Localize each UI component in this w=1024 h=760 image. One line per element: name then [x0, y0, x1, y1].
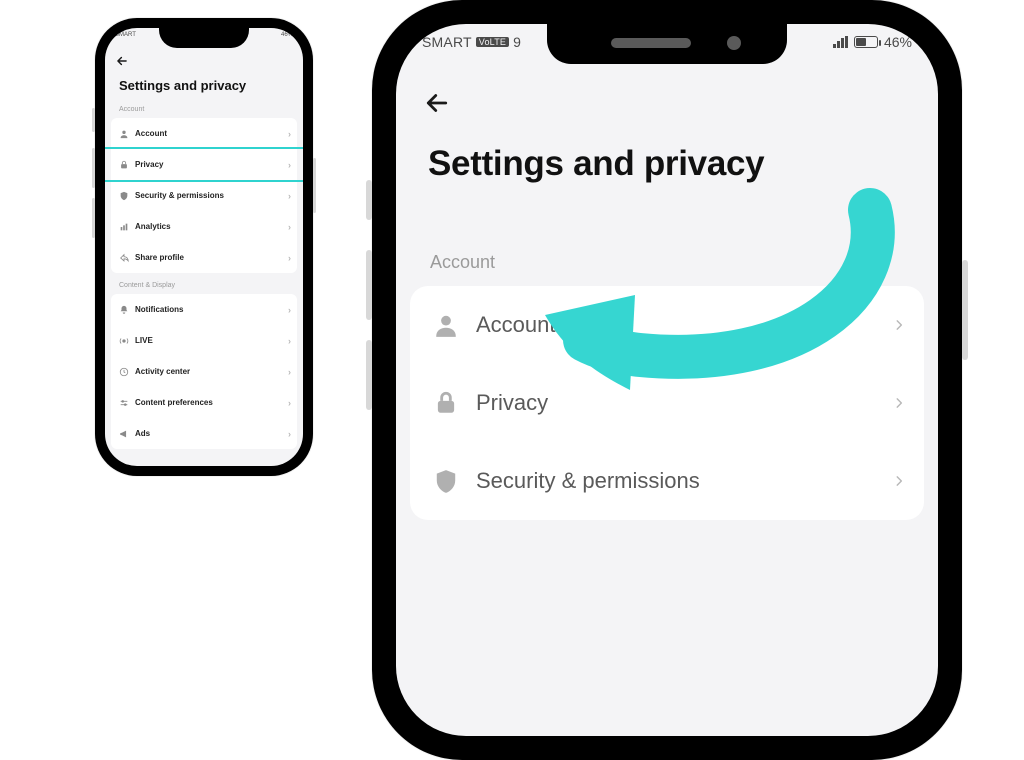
row-privacy[interactable]: Privacy — [410, 364, 924, 442]
chevron-right-icon: › — [288, 336, 291, 346]
chevron-right-icon: › — [288, 191, 291, 201]
page-title: Settings and privacy — [428, 144, 764, 184]
back-button[interactable] — [422, 88, 452, 118]
sliders-icon — [119, 398, 129, 408]
status-battery-text: 46% — [281, 32, 293, 38]
status-network-extra: 9 — [513, 34, 521, 50]
phone-notch — [159, 28, 249, 48]
chevron-right-icon — [892, 392, 906, 414]
phone-frame-big: SMART VoLTE 9 46% Settings and privacy A… — [372, 0, 962, 760]
row-label: Account — [135, 129, 167, 138]
person-icon — [432, 311, 460, 339]
volume-button — [92, 108, 95, 132]
chevron-right-icon: › — [288, 160, 291, 170]
volume-button — [366, 340, 372, 410]
row-label: Analytics — [135, 222, 171, 231]
volume-button — [92, 198, 95, 238]
phone-frame-small: SMART 46% Settings and privacy Account A… — [95, 18, 313, 476]
phone-screen-small: SMART 46% Settings and privacy Account A… — [105, 28, 303, 466]
row-label: Ads — [135, 429, 150, 438]
row-live[interactable]: LIVE › — [111, 325, 297, 356]
status-battery-text: 46% — [884, 34, 912, 50]
clock-icon — [119, 367, 129, 377]
section-label-content: Content & Display — [119, 282, 175, 289]
row-share-profile[interactable]: Share profile › — [111, 242, 297, 273]
bell-icon — [119, 305, 129, 315]
phone-screen-big: SMART VoLTE 9 46% Settings and privacy A… — [396, 24, 938, 736]
row-label: Security & permissions — [476, 468, 700, 494]
row-label: Notifications — [135, 305, 183, 314]
settings-list-account: Account Privacy Security & permissions — [410, 286, 924, 520]
status-bar: SMART 46% — [105, 32, 303, 38]
section-label-account: Account — [430, 252, 495, 273]
chevron-right-icon: › — [288, 253, 291, 263]
share-icon — [119, 253, 129, 263]
chevron-right-icon: › — [288, 367, 291, 377]
person-icon — [119, 129, 129, 139]
status-volte-badge: VoLTE — [476, 37, 509, 47]
row-security[interactable]: Security & permissions › — [111, 180, 297, 211]
row-label: Privacy — [135, 160, 163, 169]
row-account[interactable]: Account — [410, 286, 924, 364]
row-ads[interactable]: Ads › — [111, 418, 297, 449]
lock-icon — [119, 160, 129, 170]
chevron-right-icon: › — [288, 222, 291, 232]
row-label: Share profile — [135, 253, 184, 262]
chevron-right-icon: › — [288, 129, 291, 139]
chevron-right-icon: › — [288, 398, 291, 408]
row-label: Activity center — [135, 367, 190, 376]
shield-icon — [432, 467, 460, 495]
row-content-preferences[interactable]: Content preferences › — [111, 387, 297, 418]
back-button[interactable] — [115, 54, 129, 68]
settings-list-content: Notifications › LIVE › Activity center ›… — [111, 294, 297, 449]
row-label: LIVE — [135, 336, 153, 345]
chevron-right-icon — [892, 314, 906, 336]
row-label: Content preferences — [135, 398, 213, 407]
chevron-right-icon: › — [288, 305, 291, 315]
volume-button — [92, 148, 95, 188]
chevron-right-icon: › — [288, 429, 291, 439]
row-privacy[interactable]: Privacy › — [111, 149, 297, 180]
power-button — [962, 260, 968, 360]
lock-icon — [432, 389, 460, 417]
power-button — [313, 158, 316, 213]
row-label: Privacy — [476, 390, 548, 416]
shield-icon — [119, 191, 129, 201]
row-label: Account — [476, 312, 556, 338]
page-title: Settings and privacy — [119, 78, 246, 93]
row-activity-center[interactable]: Activity center › — [111, 356, 297, 387]
volume-button — [366, 180, 372, 220]
section-label-account: Account — [119, 106, 144, 113]
battery-icon — [854, 36, 878, 48]
megaphone-icon — [119, 429, 129, 439]
volume-button — [366, 250, 372, 320]
row-analytics[interactable]: Analytics › — [111, 211, 297, 242]
settings-list-account: Account › Privacy › Security & permissio… — [111, 118, 297, 273]
signal-icon — [833, 36, 848, 48]
row-security[interactable]: Security & permissions — [410, 442, 924, 520]
chart-icon — [119, 222, 129, 232]
live-icon — [119, 336, 129, 346]
row-account[interactable]: Account › — [111, 118, 297, 149]
row-notifications[interactable]: Notifications › — [111, 294, 297, 325]
status-bar: SMART VoLTE 9 46% — [396, 34, 938, 50]
row-label: Security & permissions — [135, 191, 224, 200]
chevron-right-icon — [892, 470, 906, 492]
status-carrier: SMART — [115, 32, 136, 38]
status-carrier: SMART — [422, 34, 472, 50]
